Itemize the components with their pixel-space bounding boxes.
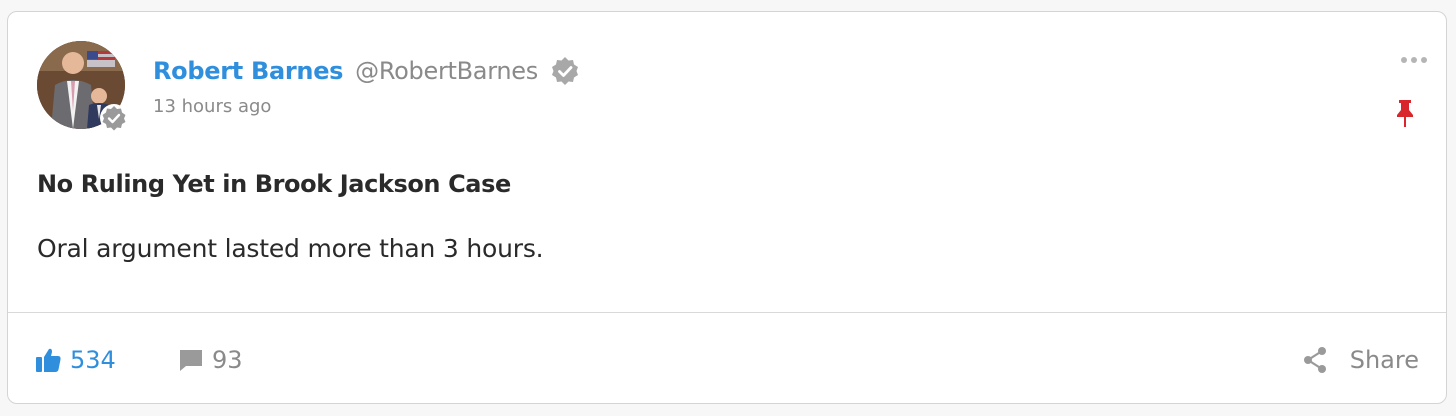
comment-count: 93	[212, 346, 243, 374]
comment-icon	[180, 350, 202, 371]
avatar-verified-icon	[100, 104, 128, 132]
post-timestamp: 13 hours ago	[153, 96, 272, 117]
thumbs-up-icon	[36, 348, 61, 372]
like-count: 534	[70, 346, 116, 374]
post-title[interactable]: No Ruling Yet in Brook Jackson Case	[37, 170, 511, 198]
share-label: Share	[1349, 346, 1419, 374]
comment-button[interactable]: 93	[178, 342, 243, 378]
author-handle[interactable]: @RobertBarnes	[355, 57, 538, 85]
more-options-icon[interactable]	[1399, 54, 1429, 66]
post-card: Robert Barnes @RobertBarnes 13 hours ago…	[7, 11, 1447, 404]
verified-badge-icon	[551, 57, 578, 85]
share-button[interactable]: Share	[1302, 342, 1419, 378]
share-icon	[1303, 347, 1326, 373]
post-body: Oral argument lasted more than 3 hours.	[37, 234, 544, 263]
pin-icon	[1397, 100, 1413, 127]
author-line: Robert Barnes @RobertBarnes	[153, 53, 582, 89]
divider	[8, 312, 1446, 313]
author-name[interactable]: Robert Barnes	[153, 57, 343, 85]
like-button[interactable]: 534	[34, 342, 116, 378]
